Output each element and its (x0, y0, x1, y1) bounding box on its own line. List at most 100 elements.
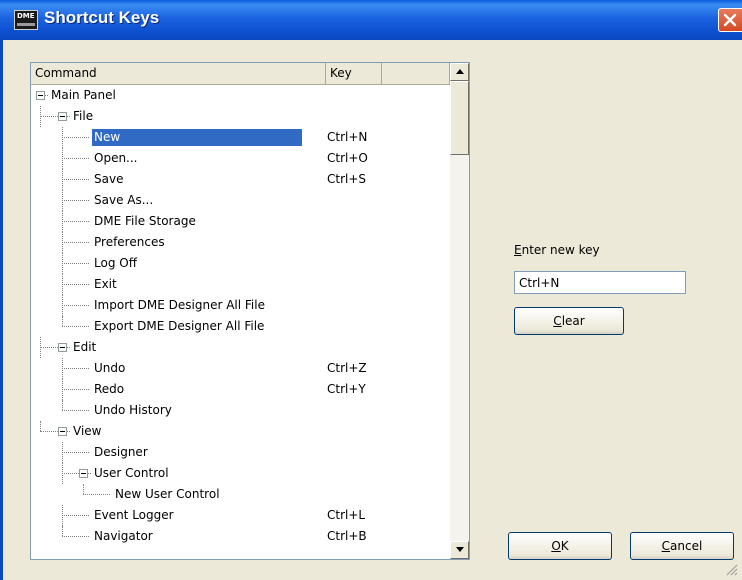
tree-item-label[interactable]: Undo (92, 360, 127, 377)
tree-item[interactable]: Main Panel (31, 85, 450, 106)
app-icon: DME (14, 10, 38, 30)
tree-connector (62, 515, 89, 516)
tree-item-label[interactable]: Log Off (92, 255, 139, 272)
tree-item-key: Ctrl+S (327, 172, 367, 186)
tree-item[interactable]: Log Off (31, 253, 450, 274)
command-tree[interactable]: Command Key Main Panel File New Ctrl+N Open.… (30, 62, 470, 560)
tree-item[interactable]: Designer (31, 442, 450, 463)
tree-item-label[interactable]: Preferences (92, 234, 167, 251)
tree-connector (62, 536, 89, 537)
column-header-blank[interactable] (382, 63, 450, 85)
close-button[interactable] (718, 8, 742, 32)
tree-connector (62, 221, 89, 222)
tree-item-label[interactable]: View (71, 423, 103, 440)
tree-item-label[interactable]: DME File Storage (92, 213, 198, 230)
tree-connector (62, 242, 89, 243)
tree-item-label[interactable]: User Control (92, 465, 171, 482)
tree-item-label[interactable]: Navigator (92, 528, 155, 545)
tree-item-label[interactable]: Redo (92, 381, 126, 398)
tree-connector (62, 179, 89, 180)
tree-connector (67, 116, 70, 117)
tree-item-label[interactable]: New User Control (113, 486, 222, 503)
scroll-thumb[interactable] (450, 81, 469, 155)
tree-connector (83, 494, 110, 495)
new-key-input[interactable] (514, 271, 686, 294)
collapse-icon[interactable] (58, 343, 67, 352)
window-title: Shortcut Keys (44, 8, 160, 27)
title-bar: DME Shortcut Keys (0, 0, 742, 40)
tree-line (83, 484, 84, 494)
tree-line (62, 400, 63, 410)
ok-button[interactable]: OK (508, 532, 612, 560)
tree-item-key: Ctrl+N (327, 130, 368, 144)
window-frame (0, 40, 3, 580)
clear-button[interactable]: Clear (514, 307, 624, 335)
arrow-up-icon (456, 69, 464, 74)
tree-item-label[interactable]: Undo History (92, 402, 174, 419)
collapse-icon[interactable] (58, 112, 67, 121)
tree-item-label[interactable]: Event Logger (92, 507, 176, 524)
tree-connector (62, 452, 89, 453)
tree-connector (62, 410, 89, 411)
tree-item-label[interactable]: File (71, 108, 95, 125)
tree-item[interactable]: Edit (31, 337, 450, 358)
tree-item[interactable]: View (31, 421, 450, 442)
tree-item-label[interactable]: Import DME Designer All File (92, 297, 267, 314)
tree-connector (62, 368, 89, 369)
tree-connector (67, 347, 70, 348)
tree-item[interactable]: Save Ctrl+S (31, 169, 450, 190)
resize-grip-icon[interactable] (724, 562, 738, 576)
tree-item-label[interactable]: Open... (92, 150, 140, 167)
vertical-scrollbar[interactable] (450, 63, 469, 559)
tree-item-label[interactable]: New (92, 129, 302, 146)
tree-item-label[interactable]: Save (92, 171, 125, 188)
tree-connector (62, 389, 89, 390)
column-header-key[interactable]: Key (326, 63, 382, 85)
tree-item[interactable]: New Ctrl+N (31, 127, 450, 148)
tree-item[interactable]: User Control (31, 463, 450, 484)
tree-connector (62, 305, 89, 306)
tree-connector (62, 263, 89, 264)
tree-connector (62, 326, 89, 327)
tree-item-key: Ctrl+Y (327, 382, 366, 396)
column-header-command[interactable]: Command (31, 63, 326, 85)
tree-item-label[interactable]: Exit (92, 276, 119, 293)
tree-item[interactable]: Redo Ctrl+Y (31, 379, 450, 400)
tree-item[interactable]: Save As... (31, 190, 450, 211)
tree-item-key: Ctrl+L (327, 508, 366, 522)
tree-item-label[interactable]: Export DME Designer All File (92, 318, 266, 335)
tree-connector (88, 473, 91, 474)
tree-item[interactable]: Exit (31, 274, 450, 295)
arrow-down-icon (456, 547, 464, 552)
tree-connector (62, 200, 89, 201)
scroll-down-button[interactable] (450, 541, 469, 559)
tree-item[interactable]: Preferences (31, 232, 450, 253)
app-icon-text: DME (17, 12, 35, 20)
tree-item[interactable]: Undo Ctrl+Z (31, 358, 450, 379)
tree-item-key: Ctrl+B (327, 529, 367, 543)
tree-item-label[interactable]: Main Panel (49, 87, 118, 104)
tree-item-label[interactable]: Designer (92, 444, 150, 461)
tree-item[interactable]: Export DME Designer All File (31, 316, 450, 337)
collapse-icon[interactable] (79, 469, 88, 478)
tree-item[interactable]: Navigator Ctrl+B (31, 526, 450, 547)
scroll-up-button[interactable] (450, 63, 469, 81)
collapse-icon[interactable] (36, 91, 45, 100)
collapse-icon[interactable] (58, 427, 67, 436)
tree-item-label[interactable]: Save As... (92, 192, 155, 209)
tree-connector (67, 431, 70, 432)
tree-item[interactable]: DME File Storage (31, 211, 450, 232)
tree-item[interactable]: Event Logger Ctrl+L (31, 505, 450, 526)
tree-line (62, 526, 63, 536)
cancel-button[interactable]: Cancel (630, 532, 734, 560)
tree-connector (62, 137, 89, 138)
tree-item-key: Ctrl+Z (327, 361, 367, 375)
tree-item[interactable]: New User Control (31, 484, 450, 505)
tree-connector (62, 158, 89, 159)
tree-item[interactable]: Import DME Designer All File (31, 295, 450, 316)
tree-item[interactable]: Undo History (31, 400, 450, 421)
tree-item[interactable]: Open... Ctrl+O (31, 148, 450, 169)
tree-item-label[interactable]: Edit (71, 339, 98, 356)
tree-item[interactable]: File (31, 106, 450, 127)
tree-line (40, 421, 41, 431)
